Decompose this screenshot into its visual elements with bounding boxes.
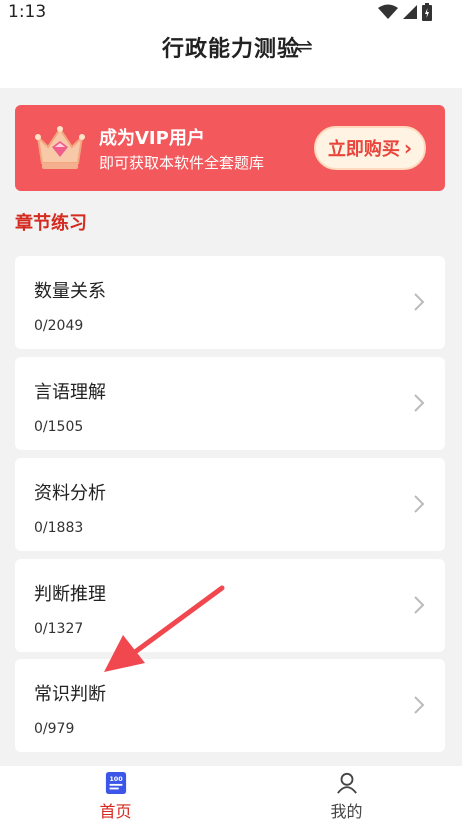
chevron-right-icon — [414, 696, 425, 714]
page-title: 行政能力测验 — [161, 37, 300, 62]
vip-title: 成为VIP用户 — [99, 128, 205, 149]
chapter-progress: 0/979 — [34, 721, 75, 737]
user-icon — [336, 772, 357, 794]
status-icons — [378, 3, 432, 21]
section-title: 章节练习 — [15, 213, 87, 234]
crown-diamond-icon — [35, 126, 85, 169]
chapter-progress: 0/1505 — [34, 419, 84, 435]
chapter-item-verbal[interactable]: 言语理解 0/1505 — [15, 357, 445, 450]
vip-banner[interactable]: 成为VIP用户 即可获取本软件全套题库 立即购买 › — [15, 105, 445, 191]
chapter-name: 常识判断 — [34, 684, 106, 705]
tab-home-label: 首页 — [99, 802, 132, 821]
bottom-tab-bar: 100 首页 我的 — [0, 766, 462, 822]
chapter-item-reasoning[interactable]: 判断推理 0/1327 — [15, 559, 445, 652]
chapter-name: 资料分析 — [34, 483, 106, 504]
chapter-name: 数量关系 — [34, 281, 106, 302]
chevron-right-icon — [414, 293, 425, 311]
vip-subtitle: 即可获取本软件全套题库 — [99, 154, 265, 172]
home-100-icon: 100 — [105, 772, 126, 794]
buy-now-label: 立即购买 — [327, 139, 400, 160]
signal-icon — [403, 5, 417, 19]
chapter-progress: 0/1883 — [34, 520, 84, 536]
tab-mine-label: 我的 — [330, 802, 363, 821]
battery-icon — [422, 3, 432, 21]
tab-home[interactable]: 100 首页 — [0, 766, 231, 822]
chapter-item-common-sense[interactable]: 常识判断 0/979 — [15, 659, 445, 752]
svg-text:100: 100 — [109, 775, 123, 783]
switch-exam-icon[interactable]: ⇌ — [296, 34, 313, 58]
buy-now-button[interactable]: 立即购买 › — [314, 126, 426, 170]
chapter-progress: 0/1327 — [34, 621, 84, 637]
chevron-right-icon — [414, 596, 425, 614]
chapter-item-data-analysis[interactable]: 资料分析 0/1883 — [15, 458, 445, 551]
chapter-progress: 0/2049 — [34, 318, 84, 334]
wifi-icon — [378, 4, 398, 19]
app-header: 行政能力测验 ⇌ — [0, 24, 462, 88]
chevron-right-icon — [414, 495, 425, 513]
chapter-item-quantitative[interactable]: 数量关系 0/2049 — [15, 256, 445, 349]
chapter-name: 判断推理 — [34, 584, 106, 605]
chevron-right-icon — [414, 394, 425, 412]
chapter-name: 言语理解 — [34, 382, 106, 403]
chevron-right-icon: › — [403, 136, 413, 160]
main-content: 成为VIP用户 即可获取本软件全套题库 立即购买 › 章节练习 数量关系 0/2… — [0, 88, 462, 766]
tab-mine[interactable]: 我的 — [231, 766, 462, 822]
status-time: 1:13 — [8, 2, 47, 22]
status-bar: 1:13 — [0, 0, 462, 24]
